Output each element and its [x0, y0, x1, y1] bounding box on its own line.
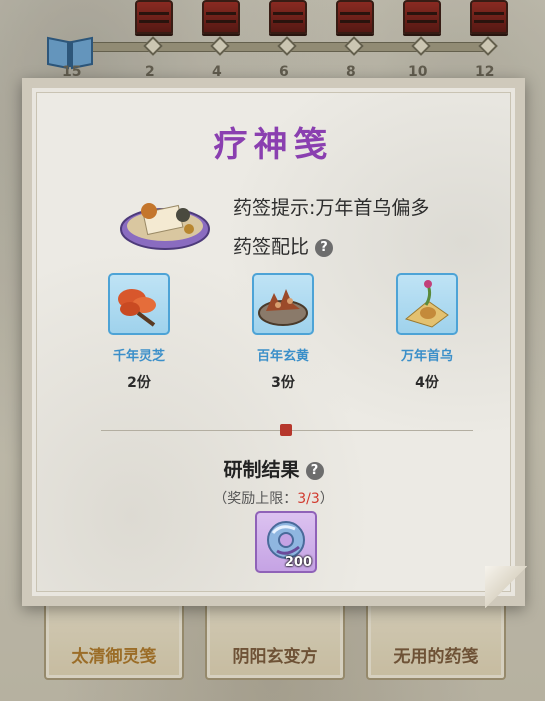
reward-limit-suffix: ） — [319, 491, 334, 507]
recipe-plate-icon — [120, 203, 210, 250]
reward-count: 200 — [284, 555, 312, 570]
help-icon[interactable]: ? — [305, 461, 324, 480]
ratio-label: 药签配比 — [233, 236, 310, 258]
help-icon[interactable]: ? — [315, 238, 334, 257]
ingredient-qty: 3份 — [271, 375, 295, 391]
reward-limit-prefix: （奖励上限： — [213, 491, 298, 507]
ingredient-item[interactable]: 千年灵芝 2份 — [99, 273, 179, 392]
reward-limit: （奖励上限：3/3） — [37, 488, 510, 508]
ingredient-item[interactable]: 万年首乌 4份 — [387, 273, 467, 392]
dialog-title: 疗神笺 — [213, 125, 334, 165]
result-header: 研制结果? — [37, 455, 510, 482]
reward-item[interactable]: 200 — [255, 511, 317, 573]
xuanhuang-icon — [252, 273, 314, 335]
ingredient-name: 百年玄黄 — [256, 349, 309, 364]
ingredient-item[interactable]: 百年玄黄 3份 — [243, 273, 323, 392]
ingredient-qty: 2份 — [127, 375, 151, 391]
ingredient-name: 千年灵芝 — [112, 349, 165, 364]
shouwu-icon — [396, 273, 458, 335]
lingzhi-icon — [108, 273, 170, 335]
reward-limit-value: 3/3 — [297, 491, 320, 507]
ingredient-qty: 4份 — [415, 375, 439, 391]
recipe-hint: 药签提示:万年首乌偏多 — [233, 197, 430, 219]
ratio-row: 药签配比? — [233, 232, 334, 259]
result-title: 研制结果 — [223, 459, 300, 481]
seal-icon — [280, 424, 292, 436]
recipe-dialog: 疗神笺 药签提示:万年首乌偏多 药签配比? 千年灵芝 2份 百年玄黄 3份 万年… — [22, 78, 527, 608]
dialog-paper: 疗神笺 药签提示:万年首乌偏多 药签配比? 千年灵芝 2份 百年玄黄 3份 万年… — [36, 92, 511, 592]
ingredient-name: 万年首乌 — [400, 349, 453, 364]
page-curl — [485, 566, 527, 608]
